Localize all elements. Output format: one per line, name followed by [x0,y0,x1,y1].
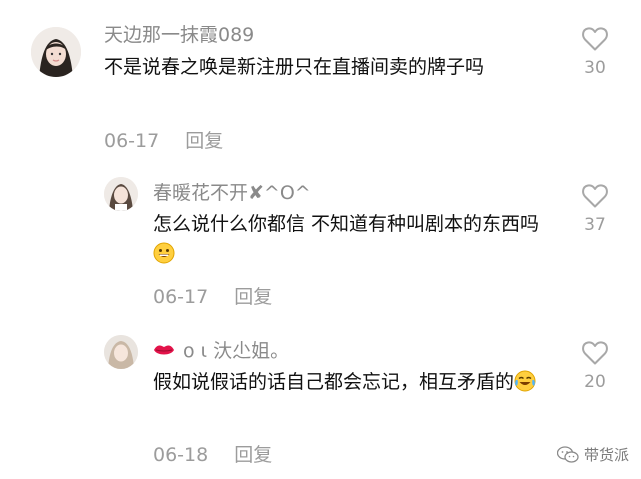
comment-text: 假如说假话的话自己都会忘记，相互矛盾的 [153,367,553,397]
reply-item: ο ι 汏尐姐。 假如说假话的话自己都会忘记，相互矛盾的 06-18 回复 20 [0,315,641,479]
heart-icon [582,184,608,208]
comment-text: 不是说春之唤是新注册只在直播间卖的牌子吗 [104,56,485,78]
username-text: ο ι 汏尐姐。 [183,340,290,362]
like-count: 30 [584,58,606,78]
heart-icon [582,27,608,51]
like-button[interactable]: 37 [575,183,615,235]
like-button[interactable]: 30 [575,26,615,78]
like-count: 37 [584,215,606,235]
heart-icon [582,341,608,365]
reply-button[interactable]: 回复 [185,130,223,152]
comment-meta: 06-17 回复 [153,282,272,309]
avatar[interactable] [31,27,81,77]
comment-meta: 06-17 回复 [104,126,223,153]
username[interactable]: 天边那一抹霞089 [104,22,254,48]
watermark: 带货派 [556,444,629,465]
like-button[interactable]: 20 [575,340,615,392]
avatar[interactable] [104,177,138,211]
username[interactable]: 春暖花不开✘^O^ [153,180,311,206]
reply-button[interactable]: 回复 [234,444,272,466]
comment-meta: 06-18 回复 [153,440,272,467]
wechat-icon [556,445,579,463]
comment-date: 06-18 [153,444,209,466]
username[interactable]: ο ι 汏尐姐。 [153,338,289,364]
comment-text: 怎么说什么你都信 不知道有种叫剧本的东西吗 [153,209,553,269]
comment-text-body: 怎么说什么你都信 不知道有种叫剧本的东西吗 [153,213,540,235]
reply-button[interactable]: 回复 [234,286,272,308]
reply-item: 春暖花不开✘^O^ 怎么说什么你都信 不知道有种叫剧本的东西吗 06-17 回复 … [0,160,641,315]
lips-emoji [153,339,175,361]
tears-of-joy-emoji [514,370,536,392]
comment-date: 06-17 [153,286,209,308]
comment-item: 天边那一抹霞089 不是说春之唤是新注册只在直播间卖的牌子吗 06-17 回复 3… [0,0,641,160]
comment-date: 06-17 [104,130,160,152]
comment-text-body: 假如说假话的话自己都会忘记，相互矛盾的 [153,371,515,393]
grinning-face-emoji [153,242,175,264]
like-count: 20 [584,372,606,392]
watermark-label: 带货派 [583,446,629,464]
comment-list: 天边那一抹霞089 不是说春之唤是新注册只在直播间卖的牌子吗 06-17 回复 3… [0,0,641,479]
avatar[interactable] [104,335,138,369]
